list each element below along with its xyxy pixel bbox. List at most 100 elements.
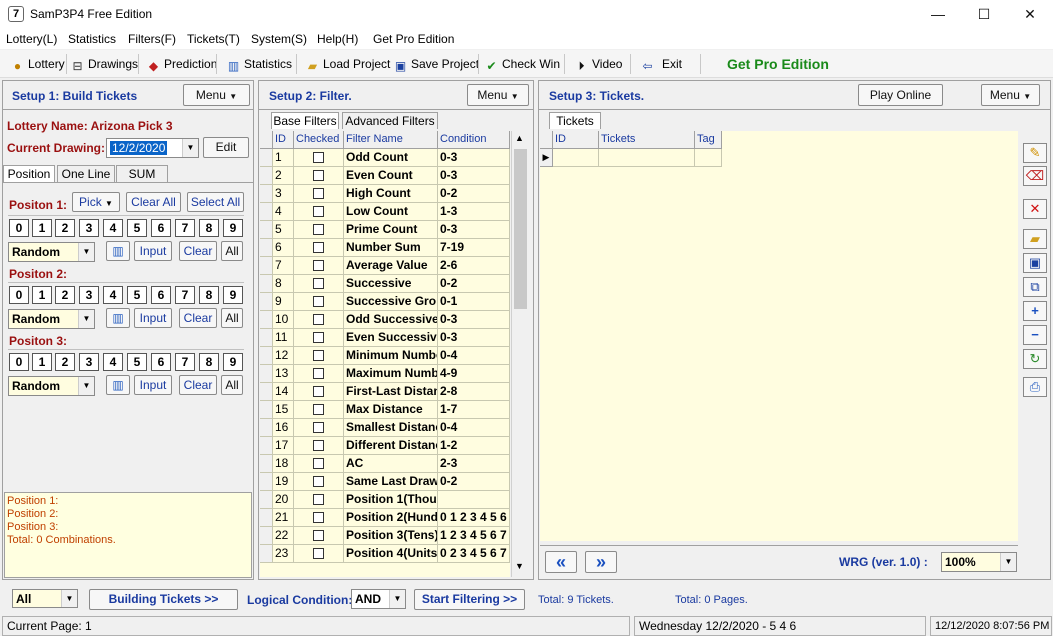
filter-condition[interactable]: 0-3 <box>438 329 510 347</box>
digit-8[interactable]: 8 <box>199 286 219 304</box>
position-1-all-button[interactable]: All <box>221 241 243 261</box>
filter-checkbox[interactable] <box>313 458 324 469</box>
filter-checkbox[interactable] <box>313 314 324 325</box>
get-pro-tool[interactable]: Get Pro Edition <box>727 55 829 73</box>
table-row[interactable]: 4 Low Count 1-3 <box>260 203 510 221</box>
position-2-chart-button[interactable]: ▥ <box>106 308 130 328</box>
folder-open-icon[interactable]: ▰ <box>1023 229 1047 249</box>
check-win-tool[interactable]: ✔ Check Win <box>484 55 560 73</box>
table-row[interactable]: 20 Position 1(Thous <box>260 491 510 509</box>
row-header[interactable] <box>260 545 273 563</box>
table-row[interactable]: 8 Successive 0-2 <box>260 275 510 293</box>
position-2-input-button[interactable]: Input <box>134 308 172 328</box>
tab-one-line[interactable]: One Line <box>57 165 115 182</box>
filter-checkbox[interactable] <box>313 404 324 415</box>
row-header[interactable] <box>260 365 273 383</box>
filter-checkbox[interactable] <box>313 422 324 433</box>
row-header[interactable] <box>260 527 273 545</box>
filter-condition[interactable]: 0-4 <box>438 419 510 437</box>
position-3-chart-button[interactable]: ▥ <box>106 375 130 395</box>
next-page-button[interactable]: » <box>585 551 617 573</box>
prediction-tool[interactable]: ◆ Prediction <box>146 55 218 73</box>
menu-filters[interactable]: Filters(F) <box>128 32 176 46</box>
digit-1[interactable]: 1 <box>32 353 52 371</box>
start-filtering-button[interactable]: Start Filtering >> <box>414 589 525 610</box>
digit-1[interactable]: 1 <box>32 286 52 304</box>
filter-condition[interactable]: 0 2 3 4 5 6 7 <box>438 545 510 563</box>
table-row[interactable]: 19 Same Last Draw 0-2 <box>260 473 510 491</box>
filter-condition[interactable]: 1-7 <box>438 401 510 419</box>
row-header[interactable] <box>260 275 273 293</box>
row-header[interactable] <box>260 473 273 491</box>
digit-0[interactable]: 0 <box>9 353 29 371</box>
tab-tickets[interactable]: Tickets <box>549 112 601 129</box>
filter-scrollbar[interactable]: ▲ ▼ <box>511 131 528 577</box>
menu-help[interactable]: Help(H) <box>317 32 358 46</box>
position-3-input-button[interactable]: Input <box>134 375 172 395</box>
row-header[interactable] <box>260 455 273 473</box>
position-3-all-button[interactable]: All <box>221 375 243 395</box>
filter-checkbox[interactable] <box>313 152 324 163</box>
table-row[interactable]: 22 Position 3(Tens) 1 2 3 4 5 6 7 <box>260 527 510 545</box>
table-row[interactable]: 10 Odd Successive 0-3 <box>260 311 510 329</box>
row-header[interactable] <box>260 383 273 401</box>
tab-position[interactable]: Position <box>3 165 55 182</box>
table-row[interactable]: 3 High Count 0-2 <box>260 185 510 203</box>
table-row[interactable]: 23 Position 4(Units 0 2 3 4 5 6 7 <box>260 545 510 563</box>
filter-condition[interactable]: 0-3 <box>438 149 510 167</box>
digit-1[interactable]: 1 <box>32 219 52 237</box>
ticket-new-row-tickets[interactable] <box>599 149 695 167</box>
tab-sum[interactable]: SUM <box>116 165 168 182</box>
close-button[interactable]: ✕ <box>1007 0 1053 28</box>
select-all-button[interactable]: Select All <box>187 192 244 212</box>
filter-checkbox[interactable] <box>313 368 324 379</box>
lottery-tool[interactable]: ● Lottery <box>10 55 65 73</box>
row-header[interactable] <box>260 239 273 257</box>
digit-7[interactable]: 7 <box>175 286 195 304</box>
setup1-menu-button[interactable]: Menu ▼ <box>183 84 250 106</box>
ticket-new-row-tag[interactable] <box>695 149 722 167</box>
table-row[interactable]: 6 Number Sum 7-19 <box>260 239 510 257</box>
digit-2[interactable]: 2 <box>55 219 75 237</box>
digit-5[interactable]: 5 <box>127 286 147 304</box>
ticket-filter-select[interactable]: All ▼ <box>12 589 78 608</box>
menu-get-pro[interactable]: Get Pro Edition <box>373 32 454 46</box>
setup2-menu-button[interactable]: Menu ▼ <box>467 84 529 106</box>
row-header[interactable] <box>260 293 273 311</box>
filter-checkbox[interactable] <box>313 224 324 235</box>
row-header[interactable] <box>260 419 273 437</box>
digit-6[interactable]: 6 <box>151 219 171 237</box>
digit-7[interactable]: 7 <box>175 219 195 237</box>
play-online-button[interactable]: Play Online <box>858 84 943 106</box>
row-header[interactable] <box>260 491 273 509</box>
position-3-clear-button[interactable]: Clear <box>179 375 217 395</box>
position-1-input-button[interactable]: Input <box>134 241 172 261</box>
chevron-up-icon[interactable]: ▲ <box>515 133 524 143</box>
minimize-button[interactable]: — <box>915 0 961 28</box>
filter-checkbox[interactable] <box>313 332 324 343</box>
row-header[interactable] <box>260 203 273 221</box>
filter-condition[interactable]: 2-3 <box>438 455 510 473</box>
table-row[interactable]: 13 Maximum Numbe 4-9 <box>260 365 510 383</box>
maximize-button[interactable]: ☐ <box>961 0 1007 28</box>
digit-0[interactable]: 0 <box>9 286 29 304</box>
menu-lottery[interactable]: Lottery(L) <box>6 32 57 46</box>
table-row[interactable]: 7 Average Value 2-6 <box>260 257 510 275</box>
position-1-chart-button[interactable]: ▥ <box>106 241 130 261</box>
filter-condition[interactable]: 0-4 <box>438 347 510 365</box>
table-row[interactable]: 16 Smallest Distanc 0-4 <box>260 419 510 437</box>
filter-condition[interactable]: 0-2 <box>438 473 510 491</box>
drawings-tool[interactable]: ⊟ Drawings <box>70 55 138 73</box>
position-2-mode-select[interactable]: Random ▼ <box>8 309 95 329</box>
row-header[interactable] <box>260 167 273 185</box>
position-2-all-button[interactable]: All <box>221 308 243 328</box>
filter-condition[interactable]: 1-2 <box>438 437 510 455</box>
refresh-icon[interactable]: ↻ <box>1023 349 1047 369</box>
position-1-mode-select[interactable]: Random ▼ <box>8 242 95 262</box>
row-header[interactable] <box>260 329 273 347</box>
table-row[interactable]: 18 AC 2-3 <box>260 455 510 473</box>
digit-4[interactable]: 4 <box>103 353 123 371</box>
load-project-tool[interactable]: ▰ Load Project <box>305 55 391 73</box>
row-header[interactable] <box>260 185 273 203</box>
digit-2[interactable]: 2 <box>55 353 75 371</box>
